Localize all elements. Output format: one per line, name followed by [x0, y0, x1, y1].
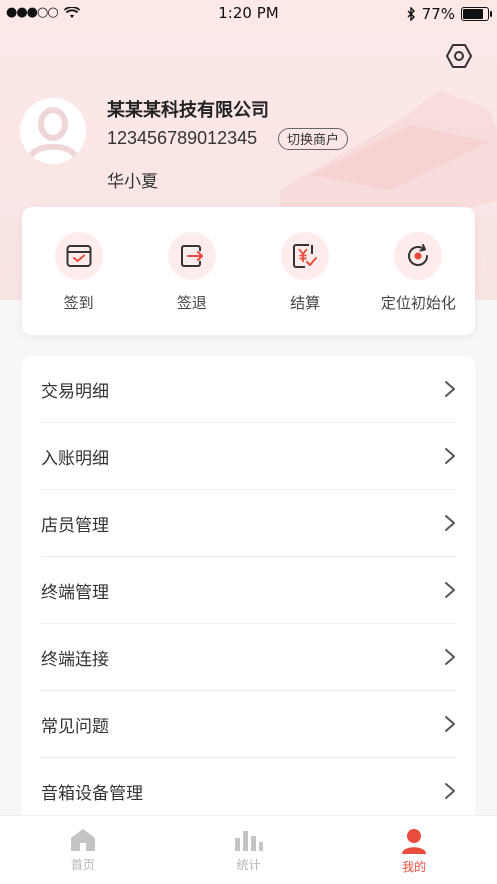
- settings-button[interactable]: [443, 40, 475, 72]
- menu-item-label: 入账明细: [41, 448, 109, 469]
- menu-item-terminal-connect[interactable]: 终端连接: [41, 624, 456, 691]
- chevron-right-icon: [445, 381, 455, 397]
- default-avatar-icon: [20, 98, 86, 164]
- menu-item-label: 终端管理: [41, 582, 109, 603]
- user-icon: [402, 829, 427, 854]
- menu-item-label: 终端连接: [41, 649, 109, 670]
- bar-chart-icon: [234, 831, 263, 851]
- menu-item-staff[interactable]: 店员管理: [41, 490, 456, 557]
- battery-percent: 77%: [421, 5, 455, 23]
- status-bar: ●●●○○ 1:20 PM 77%: [0, 0, 497, 28]
- quick-actions-card: 签到 签退 结算 定位初始化: [22, 207, 475, 335]
- check-in-button[interactable]: 签到: [22, 207, 135, 335]
- chevron-right-icon: [445, 515, 455, 531]
- location-init-button[interactable]: 定位初始化: [362, 207, 475, 335]
- menu-item-faq[interactable]: 常见问题: [41, 691, 456, 758]
- tab-home[interactable]: 首页: [0, 816, 166, 884]
- menu-item-label: 交易明细: [41, 381, 109, 402]
- bluetooth-icon: [407, 7, 415, 21]
- menu-item-label: 音箱设备管理: [41, 783, 143, 804]
- chevron-right-icon: [445, 783, 455, 799]
- chevron-right-icon: [445, 448, 455, 464]
- check-in-label: 签到: [63, 294, 94, 312]
- menu-item-label: 店员管理: [41, 515, 109, 536]
- menu-item-deposits[interactable]: 入账明细: [41, 423, 456, 490]
- settings-icon: [446, 44, 472, 68]
- settlement-label: 结算: [290, 294, 321, 312]
- merchant-id: 123456789012345: [107, 128, 258, 148]
- menu-item-terminals[interactable]: 终端管理: [41, 557, 456, 624]
- tab-label: 首页: [70, 858, 95, 872]
- check-out-button[interactable]: 签退: [135, 207, 248, 335]
- home-icon: [70, 829, 95, 851]
- tab-mine[interactable]: 我的: [331, 816, 497, 884]
- tab-label: 我的: [402, 860, 427, 874]
- user-name: 华小夏: [107, 172, 158, 192]
- calendar-check-icon: [54, 232, 103, 280]
- refresh-location-icon: [394, 232, 443, 280]
- menu-item-label: 常见问题: [41, 716, 109, 737]
- sign-out-icon: [167, 232, 216, 280]
- location-init-label: 定位初始化: [380, 294, 456, 312]
- menu-list: 交易明细 入账明细 店员管理 终端管理 终端连接 常见问题 音箱设备管理: [22, 356, 475, 826]
- yen-document-icon: [281, 232, 330, 280]
- battery-icon: [461, 7, 492, 21]
- chevron-right-icon: [445, 649, 455, 665]
- chevron-right-icon: [445, 716, 455, 732]
- bottom-tab-bar: 首页 统计 我的: [0, 815, 497, 884]
- tab-label: 统计: [236, 858, 261, 872]
- check-out-label: 签退: [176, 294, 207, 312]
- switch-merchant-button[interactable]: 切换商户: [278, 128, 349, 150]
- settlement-button[interactable]: 结算: [249, 207, 362, 335]
- tab-statistics[interactable]: 统计: [166, 816, 332, 884]
- chevron-right-icon: [445, 582, 455, 598]
- merchant-name: 某某某科技有限公司: [107, 100, 269, 121]
- avatar[interactable]: [20, 98, 86, 164]
- menu-item-transactions[interactable]: 交易明细: [41, 356, 456, 423]
